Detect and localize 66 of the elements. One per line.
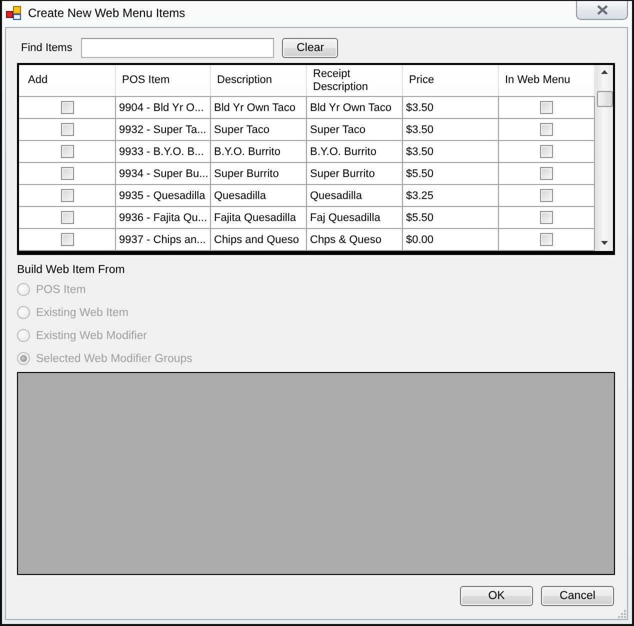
scroll-up-icon[interactable] — [601, 70, 608, 74]
build-from-label: Build Web Item From — [17, 263, 125, 278]
in-web-menu-checkbox[interactable] — [540, 233, 553, 246]
radio-label: Selected Web Modifier Groups — [36, 352, 192, 364]
column-header[interactable]: Receipt Description — [307, 65, 403, 96]
column-header[interactable]: POS Item — [116, 65, 211, 96]
table-cell: Super Burrito — [307, 163, 403, 185]
find-items-label: Find Items — [21, 42, 72, 54]
add-checkbox[interactable] — [60, 101, 74, 114]
add-checkbox[interactable] — [60, 189, 74, 202]
table-cell: Bld Yr Own Taco — [307, 97, 403, 119]
add-checkbox[interactable] — [60, 123, 74, 136]
table-cell: 9933 - B.Y.O. B... — [116, 141, 211, 163]
radio-label: POS Item — [36, 284, 86, 296]
table-cell: $3.50 — [403, 119, 499, 141]
table-cell: 9934 - Super Bu... — [116, 163, 211, 185]
scrollbar-thumb[interactable] — [596, 91, 612, 107]
add-checkbox[interactable] — [60, 167, 74, 180]
column-header[interactable]: Description — [211, 65, 307, 96]
in-web-menu-checkbox[interactable] — [540, 145, 553, 158]
table-cell: Fajita Quesadilla — [211, 207, 307, 229]
table-cell: Super Taco — [211, 119, 307, 141]
table-cell: $3.25 — [403, 185, 499, 207]
table-cell: Super Taco — [307, 119, 403, 141]
table-cell: Quesadilla — [307, 185, 403, 207]
table-cell: 9937 - Chips an... — [116, 229, 211, 251]
find-items-field[interactable] — [81, 38, 274, 58]
table-cell: $5.50 — [403, 207, 499, 229]
scrollbar[interactable] — [595, 65, 613, 251]
app-icon — [6, 5, 22, 21]
table-cell: $3.50 — [403, 97, 499, 119]
table-cell: $0.00 — [403, 229, 499, 251]
add-checkbox[interactable] — [60, 211, 74, 224]
table-cell: Chips and Queso — [211, 229, 307, 251]
table-cell: B.Y.O. Burrito — [307, 141, 403, 163]
table-cell: 9936 - Fajita Qu... — [116, 207, 211, 229]
table-cell: 9904 - Bld Yr O... — [116, 97, 211, 119]
ok-button[interactable]: OK — [460, 586, 533, 606]
in-web-menu-checkbox[interactable] — [540, 123, 553, 136]
in-web-menu-checkbox[interactable] — [540, 189, 553, 202]
cancel-button[interactable]: Cancel — [541, 586, 614, 606]
in-web-menu-checkbox[interactable] — [540, 101, 553, 114]
table-cell: Quesadilla — [211, 185, 307, 207]
table-cell: Super Burrito — [211, 163, 307, 185]
column-header[interactable]: Price — [403, 65, 499, 96]
column-header[interactable]: Add — [19, 65, 116, 96]
window-title: Create New Web Menu Items — [28, 5, 186, 21]
table-cell: Chps & Queso — [307, 229, 403, 251]
table-cell: Faj Quesadilla — [307, 207, 403, 229]
in-web-menu-checkbox[interactable] — [540, 211, 553, 224]
clear-button[interactable]: Clear — [282, 38, 338, 58]
close-button[interactable] — [576, 1, 628, 20]
table-cell: $3.50 — [403, 141, 499, 163]
close-icon — [596, 5, 608, 15]
table-cell: 9932 - Super Ta... — [116, 119, 211, 141]
scroll-down-icon[interactable] — [601, 241, 608, 245]
table-cell: $5.50 — [403, 163, 499, 185]
add-checkbox[interactable] — [60, 233, 74, 246]
table-cell: B.Y.O. Burrito — [211, 141, 307, 163]
table-cell: 9935 - Quesadilla — [116, 185, 211, 207]
radio-label: Existing Web Modifier — [36, 330, 147, 342]
add-checkbox[interactable] — [60, 145, 74, 158]
in-web-menu-checkbox[interactable] — [540, 167, 553, 180]
table-cell: Bld Yr Own Taco — [211, 97, 307, 119]
radio-label: Existing Web Item — [36, 306, 128, 318]
resize-grip-icon[interactable] — [618, 610, 626, 618]
